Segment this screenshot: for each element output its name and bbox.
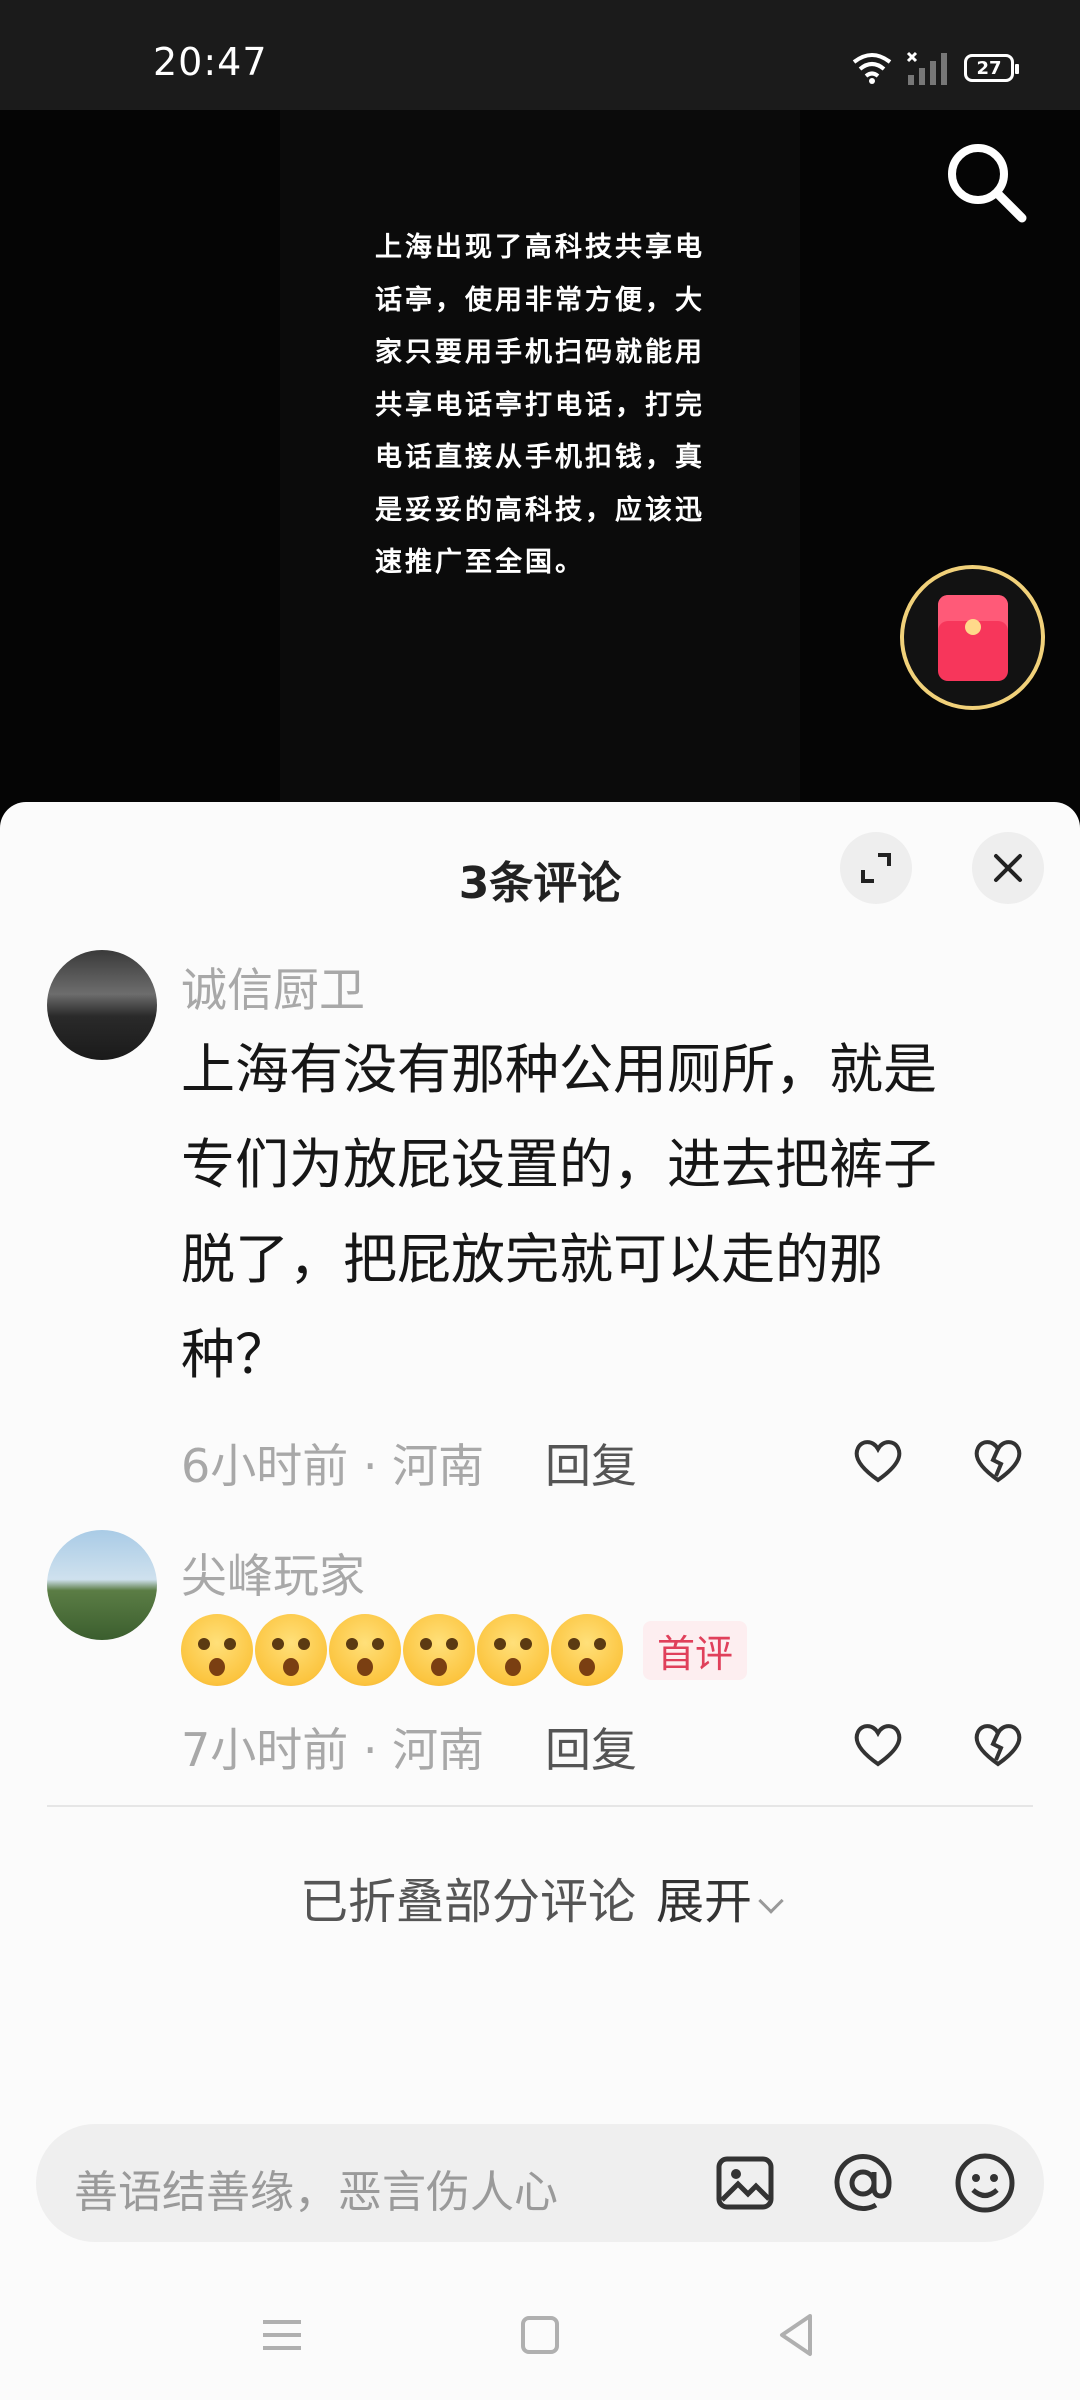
- video-player[interactable]: 上海出现了高科技共享电 话亭，使用非常方便，大 家只要用手机扫码就能用 共享电话…: [0, 110, 1080, 810]
- at-mention-icon[interactable]: [830, 2150, 896, 2216]
- broken-heart-icon[interactable]: [970, 1432, 1026, 1488]
- red-packet-icon: [937, 594, 1008, 681]
- status-time: 20:47: [153, 40, 268, 84]
- battery-icon: 27: [964, 54, 1019, 82]
- crying-face-emoji: [329, 1614, 401, 1686]
- wifi-icon: [852, 53, 892, 84]
- caption-line: 上海出现了高科技共享电: [375, 232, 705, 263]
- caption-line: 是妥妥的高科技，应该迅: [375, 494, 705, 526]
- battery-level: 27: [976, 57, 1002, 79]
- crying-face-emoji: [181, 1614, 253, 1686]
- caption-line: 话亭，使用非常方便，大: [375, 284, 705, 316]
- status-icons: 27: [852, 48, 1019, 88]
- expand-sheet-button[interactable]: [840, 832, 912, 904]
- heart-icon[interactable]: [850, 1716, 906, 1772]
- emoji-row: 首评: [181, 1614, 748, 1686]
- signal-icon: [906, 51, 947, 85]
- expand-button[interactable]: 展开: [656, 1874, 752, 1930]
- chevron-down-icon: [758, 1888, 784, 1914]
- comment-line: 专们为放屁设置的，进去把裤子: [181, 1133, 937, 1196]
- close-sheet-button[interactable]: [972, 832, 1044, 904]
- image-icon[interactable]: [712, 2150, 778, 2216]
- caption-line: 速推广至全国。: [375, 547, 585, 578]
- comment-line: 脱了，把屁放完就可以走的那: [181, 1228, 883, 1291]
- comment-input[interactable]: 善语结善缘，恶言伤人心: [36, 2124, 1044, 2242]
- divider: [47, 1805, 1033, 1807]
- comment-username[interactable]: 诚信厨卫: [181, 954, 365, 1020]
- red-packet-button[interactable]: [900, 565, 1045, 710]
- expand-icon: [861, 853, 891, 883]
- menu-icon[interactable]: [255, 2308, 309, 2362]
- search-icon[interactable]: [940, 136, 1030, 226]
- home-icon[interactable]: [513, 2308, 567, 2362]
- video-caption: 上海出现了高科技共享电 话亭，使用非常方便，大 家只要用手机扫码就能用 共享电话…: [375, 222, 715, 590]
- folded-comments[interactable]: 已折叠部分评论 展开: [0, 1862, 1080, 1932]
- close-icon: [994, 854, 1022, 882]
- comment-line: 种？: [181, 1323, 289, 1386]
- crying-face-emoji: [255, 1614, 327, 1686]
- caption-line: 家只要用手机扫码就能用: [375, 337, 705, 368]
- emoji-icon[interactable]: [952, 2150, 1018, 2216]
- first-comment-badge: 首评: [643, 1620, 748, 1680]
- comment-username[interactable]: 尖峰玩家: [181, 1540, 365, 1606]
- comment-input-placeholder: 善语结善缘，恶言伤人心: [74, 2167, 558, 2218]
- back-icon[interactable]: [770, 2308, 824, 2362]
- reply-button[interactable]: 回复: [545, 1430, 637, 1496]
- broken-heart-icon[interactable]: [970, 1716, 1026, 1772]
- caption-line: 共享电话亭打电话，打完: [375, 389, 705, 421]
- folded-text: 已折叠部分评论: [299, 1874, 636, 1930]
- caption-line: 电话直接从手机扣钱，真: [375, 442, 705, 473]
- comment-text: 上海有没有那种公用厕所，就是 专们为放屁设置的，进去把裤子 脱了，把屁放完就可以…: [181, 1022, 1011, 1402]
- avatar[interactable]: [47, 950, 157, 1060]
- avatar[interactable]: [47, 1530, 157, 1640]
- comment-meta: 6小时前 · 河南: [181, 1439, 485, 1493]
- crying-face-emoji: [551, 1614, 623, 1686]
- crying-face-emoji: [477, 1614, 549, 1686]
- system-nav-bar: [0, 2270, 1080, 2400]
- status-bar: 20:47 27: [0, 0, 1080, 110]
- heart-icon[interactable]: [850, 1432, 906, 1488]
- crying-face-emoji: [403, 1614, 475, 1686]
- comment-meta: 7小时前 · 河南: [181, 1723, 485, 1777]
- comments-title: 3条评论: [458, 858, 622, 909]
- comment-line: 上海有没有那种公用厕所，就是: [181, 1038, 937, 1101]
- reply-button[interactable]: 回复: [545, 1714, 637, 1780]
